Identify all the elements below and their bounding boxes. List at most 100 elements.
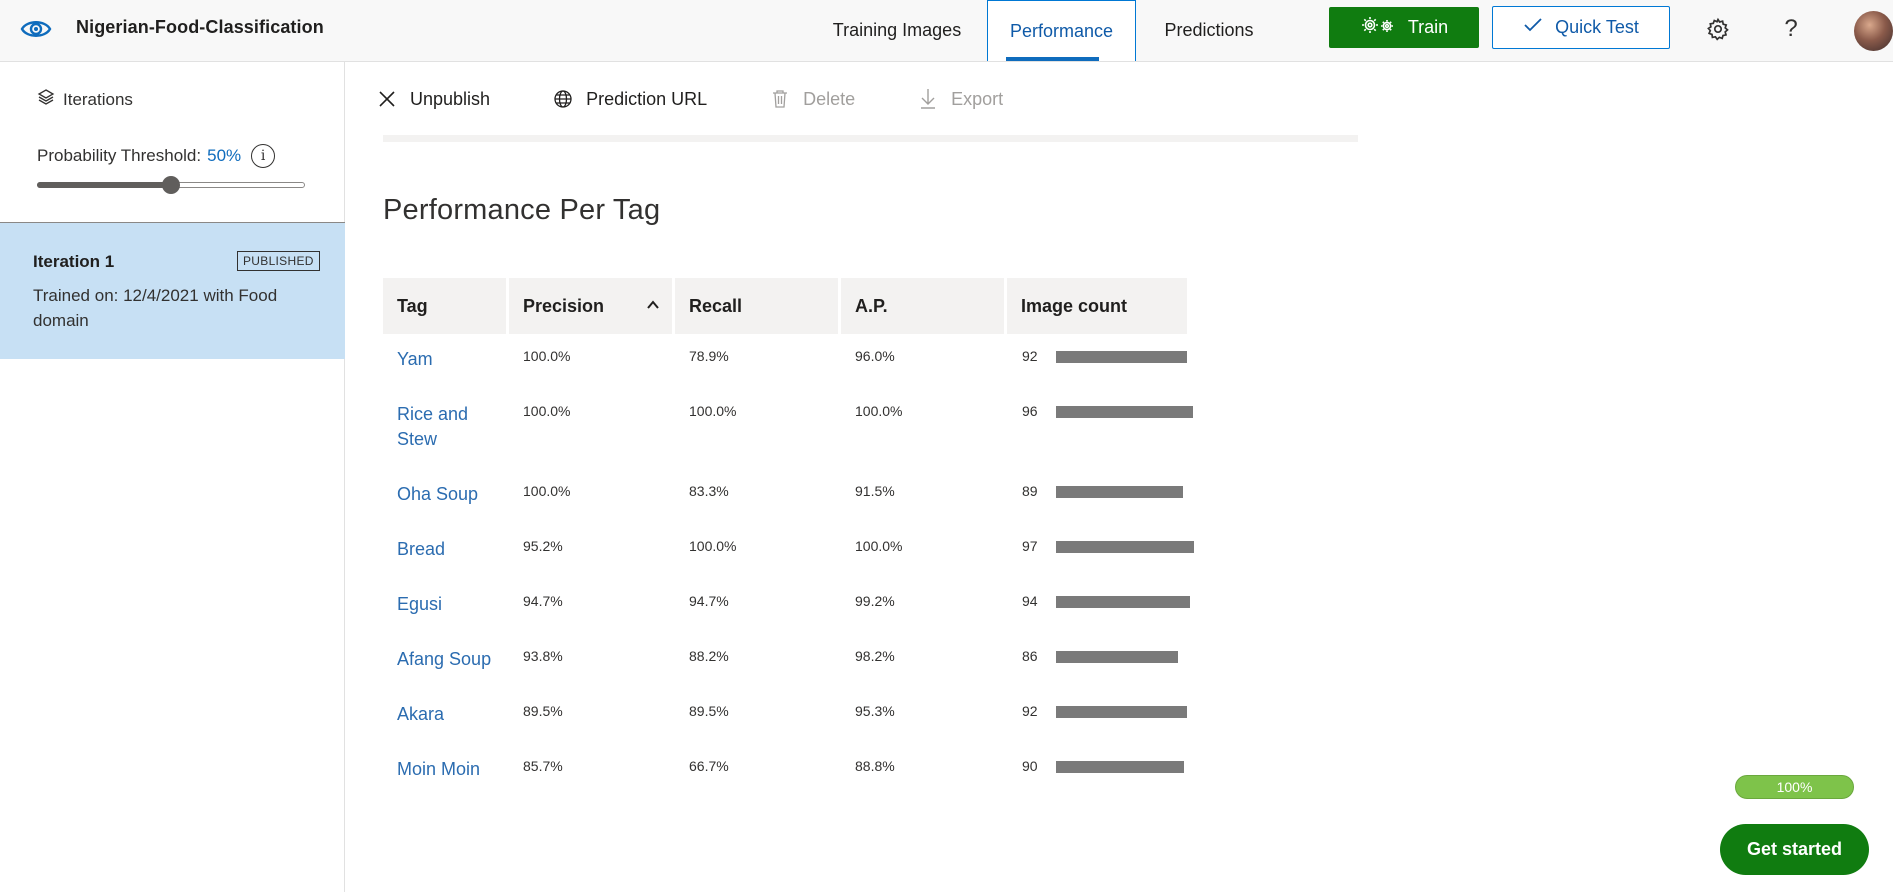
image-count-bar bbox=[1056, 351, 1187, 363]
eye-icon[interactable] bbox=[20, 14, 52, 44]
recall-cell: 83.3% bbox=[689, 483, 729, 499]
tab-label: Predictions bbox=[1164, 20, 1254, 40]
close-icon bbox=[376, 88, 398, 110]
delete-button[interactable]: Delete bbox=[769, 88, 855, 110]
threshold-slider[interactable] bbox=[37, 174, 307, 194]
recall-cell: 66.7% bbox=[689, 758, 729, 774]
tag-link[interactable]: Oha Soup bbox=[397, 482, 497, 507]
precision-cell: 100.0% bbox=[523, 403, 571, 419]
train-label: Train bbox=[1407, 17, 1449, 37]
tag-link[interactable]: Bread bbox=[397, 537, 497, 562]
ap-cell: 95.3% bbox=[855, 703, 895, 719]
iterations-label: Iterations bbox=[63, 89, 133, 109]
iteration-name: Iteration 1 bbox=[33, 252, 115, 271]
precision-cell: 85.7% bbox=[523, 758, 563, 774]
project-title[interactable]: Nigerian-Food-Classification bbox=[76, 17, 324, 38]
slider-thumb[interactable] bbox=[162, 176, 180, 194]
column-header-recall[interactable]: Recall bbox=[675, 278, 838, 334]
image-count-bar bbox=[1056, 651, 1178, 663]
train-button[interactable]: Train bbox=[1329, 7, 1479, 48]
progress-badge[interactable]: 100% bbox=[1735, 775, 1854, 799]
ap-cell: 100.0% bbox=[855, 538, 903, 554]
image-count-bar bbox=[1056, 761, 1184, 773]
table-row: Yam 100.0% 78.9% 96.0% 92 bbox=[383, 334, 1187, 389]
ap-cell: 100.0% bbox=[855, 403, 903, 419]
image-count-value: 97 bbox=[1022, 538, 1038, 554]
image-count-value: 94 bbox=[1022, 593, 1038, 609]
ap-cell: 91.5% bbox=[855, 483, 895, 499]
iteration-card[interactable]: Iteration 1 PUBLISHED Trained on: 12/4/2… bbox=[0, 223, 345, 359]
probability-threshold: Probability Threshold: 50% i bbox=[37, 144, 276, 168]
iterations-sidebar: Iterations Probability Threshold: 50% i … bbox=[0, 62, 345, 892]
unpublish-label: Unpublish bbox=[410, 88, 491, 109]
column-header-tag[interactable]: Tag bbox=[383, 278, 506, 334]
tag-link[interactable]: Akara bbox=[397, 702, 497, 727]
tag-link[interactable]: Rice and Stew bbox=[397, 402, 497, 452]
check-icon bbox=[1523, 17, 1543, 38]
gear-icon[interactable] bbox=[1704, 15, 1732, 43]
image-count-bar bbox=[1056, 596, 1190, 608]
ap-cell: 98.2% bbox=[855, 648, 895, 664]
top-header: Nigerian-Food-Classification Training Im… bbox=[0, 0, 1893, 62]
prediction-url-button[interactable]: Prediction URL bbox=[552, 88, 707, 110]
tab-performance[interactable]: Performance bbox=[987, 0, 1136, 61]
section-title: Performance Per Tag bbox=[383, 194, 661, 226]
export-button[interactable]: Export bbox=[917, 88, 1003, 110]
download-icon bbox=[917, 88, 939, 110]
active-tab-indicator bbox=[1006, 57, 1099, 61]
quick-test-label: Quick Test bbox=[1555, 17, 1639, 37]
quick-test-button[interactable]: Quick Test bbox=[1492, 6, 1670, 49]
ap-cell: 99.2% bbox=[855, 593, 895, 609]
precision-cell: 93.8% bbox=[523, 648, 563, 664]
recall-cell: 78.9% bbox=[689, 348, 729, 364]
precision-cell: 89.5% bbox=[523, 703, 563, 719]
column-header-ap[interactable]: A.P. bbox=[841, 278, 1004, 334]
tag-link[interactable]: Egusi bbox=[397, 592, 497, 617]
recall-cell: 88.2% bbox=[689, 648, 729, 664]
tab-predictions[interactable]: Predictions bbox=[1150, 0, 1268, 61]
recall-cell: 94.7% bbox=[689, 593, 729, 609]
precision-cell: 100.0% bbox=[523, 483, 571, 499]
delete-label: Delete bbox=[803, 88, 856, 109]
recall-cell: 89.5% bbox=[689, 703, 729, 719]
tag-link[interactable]: Yam bbox=[397, 347, 497, 372]
table-row: Akara 89.5% 89.5% 95.3% 92 bbox=[383, 689, 1187, 744]
tag-link[interactable]: Afang Soup bbox=[397, 647, 497, 672]
get-started-button[interactable]: Get started bbox=[1720, 824, 1869, 875]
recall-cell: 100.0% bbox=[689, 403, 737, 419]
image-count-bar bbox=[1056, 486, 1183, 498]
precision-cell: 100.0% bbox=[523, 348, 571, 364]
train-gears-icon bbox=[1360, 15, 1396, 40]
published-badge: PUBLISHED bbox=[237, 251, 320, 271]
column-header-precision[interactable]: Precision bbox=[509, 278, 672, 334]
ap-cell: 96.0% bbox=[855, 348, 895, 364]
iterations-heading: Iterations bbox=[37, 88, 133, 111]
image-count-value: 89 bbox=[1022, 483, 1038, 499]
help-icon[interactable]: ? bbox=[1777, 15, 1805, 43]
layers-icon bbox=[37, 88, 55, 111]
ap-cell: 88.8% bbox=[855, 758, 895, 774]
avatar[interactable] bbox=[1854, 11, 1893, 51]
image-count-bar bbox=[1056, 406, 1193, 418]
tab-label: Training Images bbox=[832, 20, 962, 40]
tag-link[interactable]: Moin Moin bbox=[397, 757, 497, 782]
tab-training-images[interactable]: Training Images bbox=[812, 0, 982, 61]
unpublish-button[interactable]: Unpublish bbox=[376, 88, 490, 110]
column-header-image-count[interactable]: Image count bbox=[1007, 278, 1187, 334]
table-row: Moin Moin 85.7% 66.7% 88.8% 90 bbox=[383, 744, 1187, 799]
column-header-label: Precision bbox=[523, 295, 605, 316]
image-count-value: 92 bbox=[1022, 703, 1038, 719]
sort-up-icon bbox=[646, 296, 660, 310]
image-count-value: 90 bbox=[1022, 758, 1038, 774]
table-body: Yam 100.0% 78.9% 96.0% 92 Rice and Stew 100.0%… bbox=[383, 334, 1194, 799]
threshold-label: Probability Threshold: bbox=[37, 146, 202, 165]
table-row: Bread 95.2% 100.0% 100.0% 97 bbox=[383, 524, 1194, 579]
export-label: Export bbox=[951, 88, 1004, 109]
iteration-description: Trained on: 12/4/2021 with Food domain bbox=[33, 286, 278, 330]
iteration-toolbar: Unpublish Prediction URL Delete Export bbox=[376, 86, 1065, 112]
performance-table: Tag Precision Recall A.P. Image count Ya… bbox=[383, 278, 1194, 799]
image-count-bar bbox=[1056, 541, 1194, 553]
globe-icon bbox=[552, 88, 574, 110]
recall-cell: 100.0% bbox=[689, 538, 737, 554]
info-icon[interactable]: i bbox=[251, 144, 276, 168]
